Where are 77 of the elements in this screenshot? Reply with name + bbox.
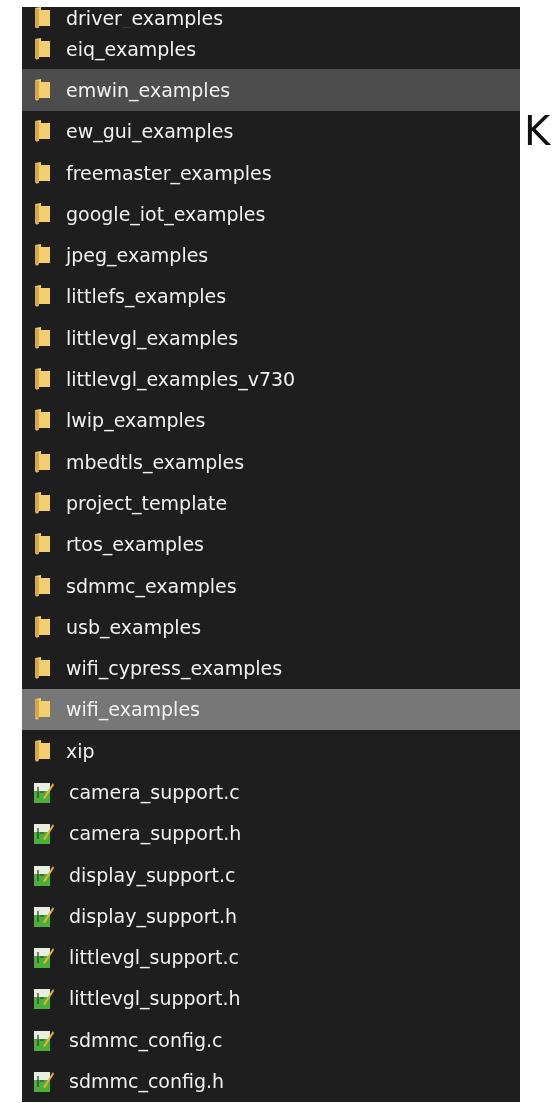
file-row[interactable]: wifi_examples <box>22 688 520 731</box>
file-row[interactable]: sdmmc_examples <box>22 564 520 607</box>
folder-icon <box>33 7 52 28</box>
file-row[interactable]: littlevgl_examples_v730 <box>22 358 520 400</box>
file-name: camera_support.c <box>69 781 240 803</box>
folder-icon <box>33 367 52 391</box>
file-row[interactable]: camera_support.h <box>22 812 520 854</box>
folder-icon <box>33 614 52 639</box>
file-row[interactable]: usb_examples <box>22 606 520 648</box>
file-row[interactable]: camera_support.c <box>22 771 520 813</box>
file-name: littlevgl_examples_v730 <box>66 368 296 390</box>
file-row[interactable]: sdmmc_config.h <box>22 1060 520 1102</box>
folder-icon <box>33 284 52 309</box>
folder-icon <box>33 160 52 185</box>
file-name: usb_examples <box>66 615 202 638</box>
code-file-icon <box>33 945 55 970</box>
file-row[interactable]: jpeg_examples <box>22 234 520 276</box>
file-name: mbedtls_examples <box>66 450 245 473</box>
file-name: wifi_cypress_examples <box>66 657 283 680</box>
folder-icon <box>33 325 52 350</box>
file-name: display_support.h <box>69 904 237 927</box>
file-row[interactable]: littlevgl_examples <box>22 317 520 359</box>
file-name: lwip_examples <box>66 409 206 432</box>
folder-icon <box>33 656 52 681</box>
file-row[interactable]: google_iot_examples <box>22 193 520 235</box>
folder-icon <box>33 697 52 722</box>
file-row[interactable]: rtos_examples <box>22 523 520 565</box>
file-name: littlevgl_support.h <box>69 987 241 1010</box>
file-name: jpeg_examples <box>66 244 209 267</box>
side-letter: K <box>524 111 551 151</box>
file-row[interactable]: littlevgl_support.c <box>22 936 520 978</box>
file-row[interactable]: littlefs_examples <box>22 275 520 318</box>
file-name: freemaster_examples <box>66 161 272 184</box>
folder-icon <box>33 408 52 433</box>
file-row[interactable]: eiq_examples <box>22 28 520 70</box>
code-file-icon <box>33 780 55 804</box>
folder-icon <box>33 119 52 144</box>
file-name: emwin_examples <box>66 78 231 101</box>
file-row[interactable]: mbedtls_examples <box>22 440 520 483</box>
file-name: littlevgl_support.c <box>69 946 239 969</box>
file-row[interactable]: project_template <box>22 482 520 524</box>
code-file-icon <box>33 1069 55 1094</box>
folder-icon <box>33 449 52 474</box>
file-name: ew_gui_examples <box>66 120 234 143</box>
file-name: project_template <box>66 491 228 514</box>
folder-icon <box>33 738 52 763</box>
file-name: rtos_examples <box>66 533 204 556</box>
file-name: wifi_examples <box>66 698 200 721</box>
folder-icon <box>33 36 52 61</box>
folder-icon <box>33 77 52 102</box>
folder-icon <box>33 573 52 598</box>
file-row[interactable]: xip <box>22 730 520 772</box>
code-file-icon <box>33 821 55 846</box>
file-name: sdmmc_config.h <box>69 1070 225 1093</box>
file-row[interactable]: lwip_examples <box>22 399 520 441</box>
code-file-icon <box>33 986 55 1011</box>
file-name: google_iot_examples <box>66 202 266 225</box>
file-row[interactable]: ew_gui_examples <box>22 110 520 152</box>
file-name: xip <box>66 739 95 762</box>
file-row[interactable]: display_support.h <box>22 895 520 937</box>
file-name: display_support.c <box>69 863 236 886</box>
folder-icon <box>33 490 52 515</box>
file-name: eiq_examples <box>66 37 197 60</box>
file-name: littlefs_examples <box>66 285 227 308</box>
file-row[interactable]: display_support.c <box>22 853 520 896</box>
file-row[interactable]: wifi_cypress_examples <box>22 647 520 689</box>
file-row[interactable]: littlevgl_support.h <box>22 977 520 1020</box>
file-name: littlevgl_examples <box>66 326 239 349</box>
file-name: sdmmc_config.c <box>69 1028 223 1051</box>
folder-icon <box>33 243 52 268</box>
file-row[interactable]: freemaster_examples <box>22 151 520 194</box>
folder-icon <box>33 532 52 557</box>
file-row[interactable]: emwin_examples <box>22 69 520 111</box>
file-row[interactable]: sdmmc_config.c <box>22 1019 520 1061</box>
file-name: camera_support.h <box>69 822 242 845</box>
folder-icon <box>33 201 52 226</box>
file-name: sdmmc_examples <box>66 574 237 597</box>
